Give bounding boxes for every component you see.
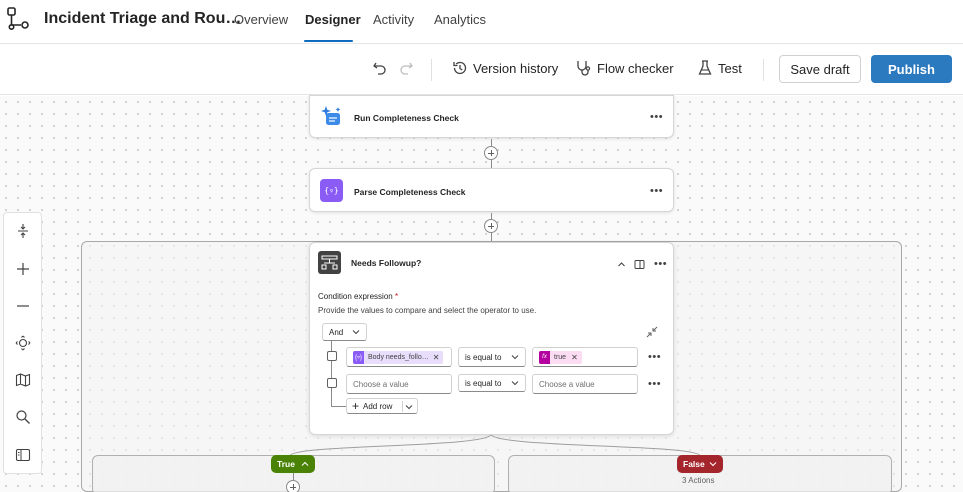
expression-token[interactable]: fx true ✕	[539, 350, 582, 364]
function-icon: fx	[539, 350, 550, 364]
right-operand-field[interactable]: fx true ✕	[532, 347, 638, 367]
fit-vertical-icon[interactable]	[15, 223, 31, 239]
top-nav-bar: Incident Triage and Rou… Overview Design…	[0, 0, 963, 44]
chevron-down-icon	[511, 355, 519, 360]
row-checkbox[interactable]	[327, 378, 337, 388]
side-panel-icon[interactable]	[634, 259, 645, 270]
operator-dropdown[interactable]: is equal to	[458, 374, 526, 392]
collapse-icon[interactable]	[646, 326, 658, 338]
condition-icon	[318, 251, 341, 274]
version-history-button[interactable]: Version history	[473, 61, 558, 76]
remove-token-icon[interactable]: ✕	[433, 353, 440, 362]
test-button[interactable]: Test	[718, 61, 742, 76]
condition-title: Needs Followup?	[351, 258, 422, 268]
action-node-run-completeness-check[interactable]: Run Completeness Check •••	[309, 95, 674, 138]
condition-node-needs-followup[interactable]: Needs Followup? ••• Condition expression…	[309, 242, 674, 435]
toolbar-divider	[763, 59, 764, 81]
tree-line	[331, 406, 346, 407]
panel-toggle-icon[interactable]	[15, 447, 31, 463]
chevron-down-icon	[352, 330, 360, 335]
tab-overview[interactable]: Overview	[234, 12, 288, 27]
false-branch-action-count: 3 Actions	[682, 476, 715, 485]
braces-icon: {▿}	[353, 350, 364, 364]
condition-expression-label: Condition expression *	[318, 292, 399, 301]
left-operand-field[interactable]: {▿} Body needs_follo… ✕	[346, 347, 452, 367]
right-operand-field[interactable]: Choose a value	[532, 374, 638, 394]
remove-token-icon[interactable]: ✕	[571, 353, 578, 362]
chevron-down-icon	[511, 381, 519, 386]
ai-sparkle-icon	[321, 106, 341, 125]
condition-help-text: Provide the values to compare and select…	[318, 306, 537, 315]
action-node-parse-completeness-check[interactable]: {▿} Parse Completeness Check •••	[309, 168, 674, 212]
zoom-in-icon[interactable]	[15, 261, 31, 277]
undo-icon[interactable]	[371, 59, 389, 77]
node-title: Run Completeness Check	[354, 113, 459, 123]
chevron-down-icon	[405, 405, 413, 410]
stethoscope-icon[interactable]	[575, 59, 593, 77]
chevron-up-icon[interactable]	[617, 260, 626, 269]
designer-toolbar: Version history Flow checker Test Save d…	[0, 45, 963, 95]
more-options-icon[interactable]: •••	[650, 186, 663, 197]
true-branch-pill[interactable]: True	[271, 455, 315, 473]
tab-analytics[interactable]: Analytics	[434, 12, 486, 27]
chevron-up-icon	[301, 461, 309, 466]
add-icon: +	[352, 399, 360, 413]
active-tab-indicator	[304, 40, 353, 42]
insert-step-button[interactable]	[484, 219, 498, 233]
chevron-down-icon	[709, 462, 717, 467]
tab-designer[interactable]: Designer	[305, 12, 361, 27]
canvas-tools-panel	[3, 212, 42, 474]
node-title: Parse Completeness Check	[354, 187, 466, 197]
search-icon[interactable]	[15, 409, 31, 425]
add-row-button[interactable]: + Add row	[346, 398, 418, 414]
beaker-icon[interactable]	[696, 59, 714, 77]
save-draft-button[interactable]: Save draft	[779, 55, 861, 83]
redo-icon[interactable]	[397, 59, 415, 77]
toolbar-divider	[431, 59, 432, 81]
group-operator-dropdown[interactable]: And	[322, 323, 367, 341]
flow-app-icon[interactable]	[6, 6, 32, 32]
row-checkbox[interactable]	[327, 351, 337, 361]
left-operand-field[interactable]: Choose a value	[346, 374, 452, 394]
more-options-icon[interactable]: •••	[650, 112, 663, 123]
minimap-icon[interactable]	[15, 372, 31, 388]
app-title: Incident Triage and Rou…	[44, 10, 242, 27]
zoom-out-icon[interactable]	[15, 298, 31, 314]
row-more-options-icon[interactable]: •••	[648, 379, 661, 390]
publish-button[interactable]: Publish	[871, 55, 952, 83]
flow-checker-button[interactable]: Flow checker	[597, 61, 674, 76]
fit-view-icon[interactable]	[15, 335, 31, 351]
more-options-icon[interactable]: •••	[654, 259, 667, 270]
row-more-options-icon[interactable]: •••	[648, 352, 661, 363]
operator-dropdown[interactable]: is equal to	[458, 347, 526, 367]
branch-connector	[289, 434, 701, 457]
insert-step-button[interactable]	[484, 146, 498, 160]
false-branch-pill[interactable]: False	[677, 455, 723, 473]
tab-activity[interactable]: Activity	[373, 12, 414, 27]
braces-icon: {▿}	[320, 179, 343, 202]
dynamic-content-token[interactable]: {▿} Body needs_follo… ✕	[353, 350, 444, 364]
history-icon[interactable]	[451, 59, 469, 77]
insert-step-button[interactable]	[286, 480, 300, 492]
